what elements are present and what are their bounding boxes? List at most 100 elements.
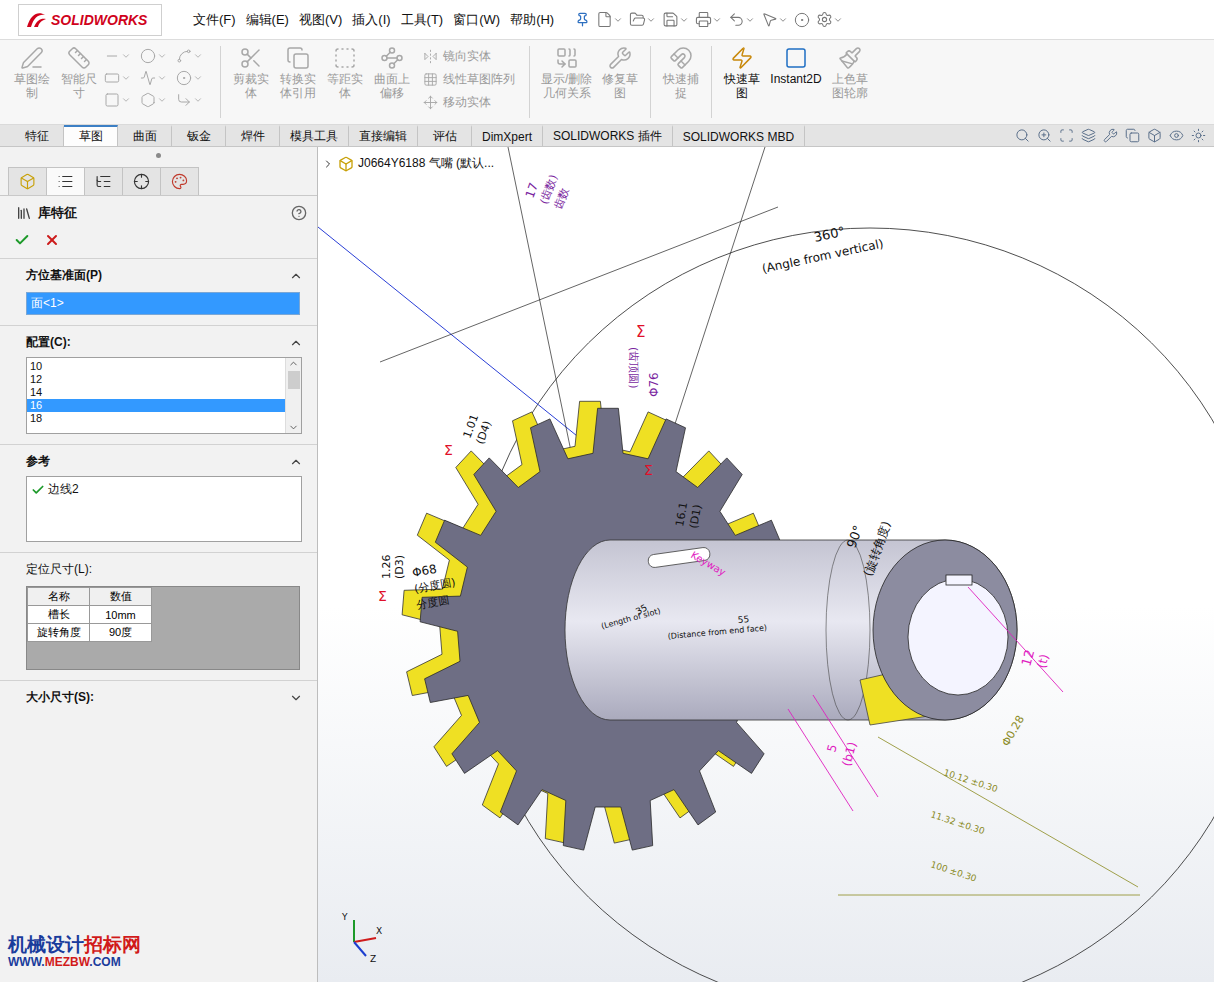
ribbon-button[interactable]: 快速捕 捉 (659, 46, 703, 101)
dimension-annotation[interactable]: (齿顶圆) (627, 347, 640, 389)
sketch-tool[interactable] (104, 92, 140, 108)
dimension-annotation[interactable]: 90° (844, 523, 866, 550)
panel-grip[interactable] (0, 147, 317, 163)
ribbon-button[interactable]: 剪裁实 体 (229, 46, 273, 101)
reference-item[interactable]: 边线2 (27, 477, 301, 502)
dimension-annotation[interactable]: (D1) (687, 504, 704, 530)
sketch-tool[interactable] (176, 92, 212, 108)
dimension-annotation[interactable]: (旋转角度) (861, 519, 894, 578)
collapse-chevron-icon[interactable] (289, 269, 303, 283)
table-cell[interactable]: 旋转角度 (28, 624, 90, 642)
table-cell[interactable]: 10mm (90, 606, 152, 624)
dimension-annotation[interactable]: Σ (636, 323, 645, 341)
ribbon-button[interactable]: 曲面上 偏移 (370, 46, 414, 101)
ribbon-button[interactable]: 等距实 体 (323, 46, 367, 101)
selection-field[interactable]: 面<1> (26, 292, 300, 315)
dimension-annotation[interactable]: Φ76 (647, 372, 661, 397)
tab[interactable]: 焊件 (226, 125, 280, 146)
dimension-annotation[interactable]: (Distance from end face) (667, 623, 767, 641)
table-row[interactable]: 旋转角度90度 (28, 624, 152, 642)
dimension-annotation[interactable]: Σ (378, 588, 387, 604)
configuration-list[interactable]: 1012141618 (26, 357, 302, 434)
ribbon-button[interactable]: 修复草 图 (598, 46, 642, 101)
menu-item[interactable]: 窗口(W) (448, 9, 505, 31)
tab[interactable]: SOLIDWORKS 插件 (543, 125, 673, 146)
section-header[interactable]: 方位基准面(P) (26, 267, 303, 284)
view-tool-icon[interactable] (1059, 128, 1074, 143)
collapse-chevron-icon[interactable] (289, 691, 303, 705)
manager-tab[interactable] (8, 167, 47, 195)
configuration-item[interactable]: 10 (27, 360, 285, 373)
graphics-area[interactable]: 17(齿数)齿数360°(Angle from vertical)Σ(齿顶圆)Φ… (318, 147, 1214, 982)
toolbar-button[interactable] (761, 11, 788, 28)
sketch-tool[interactable] (104, 48, 140, 64)
dimension-annotation[interactable]: (t) (1034, 653, 1051, 670)
sketch-tool[interactable] (104, 70, 140, 86)
pin-icon[interactable] (575, 12, 590, 27)
ribbon-button[interactable]: 智能尺 寸 (57, 46, 101, 101)
menu-item[interactable]: 插入(I) (347, 9, 395, 31)
scroll-thumb[interactable] (288, 371, 300, 389)
tab[interactable]: 直接编辑 (349, 125, 418, 146)
ribbon-button[interactable]: 快速草 图 (720, 46, 764, 101)
menu-item[interactable]: 编辑(E) (241, 9, 294, 31)
table-cell[interactable]: 90度 (90, 624, 152, 642)
configuration-item[interactable]: 16 (27, 399, 285, 412)
dimension-annotation[interactable]: (Length of slot) (600, 606, 661, 630)
toolbar-button[interactable] (596, 11, 623, 28)
toolbar-button[interactable] (662, 11, 689, 28)
tab[interactable]: 草图 (64, 125, 118, 146)
collapse-chevron-icon[interactable] (289, 455, 303, 469)
ribbon-button[interactable]: 草图绘 制 (10, 46, 54, 101)
toolbar-button[interactable] (794, 12, 810, 28)
manager-tab[interactable] (160, 167, 199, 195)
dimension-annotation[interactable]: 100 ±0.30 (929, 859, 978, 883)
help-icon[interactable] (291, 205, 307, 221)
table-cell[interactable]: 槽长 (28, 606, 90, 624)
dimension-annotation[interactable]: 1.26 (380, 555, 393, 580)
view-tool-icon[interactable] (1169, 128, 1184, 143)
app-logo[interactable]: SOLIDWORKS (18, 4, 162, 36)
dimension-annotation[interactable]: (Angle from vertical) (761, 236, 885, 275)
toolbar-button[interactable] (728, 11, 755, 28)
toolbar-button[interactable] (629, 11, 656, 28)
manager-tab[interactable] (84, 167, 123, 195)
dimension-annotation[interactable]: 10.12 ±0.30 (942, 767, 999, 794)
tab[interactable]: 评估 (418, 125, 472, 146)
dimension-annotation[interactable]: Σ (444, 442, 453, 458)
sketch-tool[interactable] (140, 70, 176, 86)
scroll-up-icon[interactable] (288, 358, 299, 369)
menu-item[interactable]: 工具(T) (396, 9, 449, 31)
dimension-annotation[interactable]: 360° (813, 224, 847, 245)
dimension-annotation[interactable]: 55 (737, 614, 749, 625)
sketch-tool[interactable] (140, 48, 176, 64)
view-tool-icon[interactable] (1081, 128, 1096, 143)
view-tool-icon[interactable] (1015, 128, 1030, 143)
ribbon-button[interactable]: 转换实 体引用 (276, 46, 320, 101)
dimension-annotation[interactable]: Σ (644, 462, 653, 478)
dimension-annotation[interactable]: (分度圆) (413, 576, 456, 596)
sketch-tool[interactable] (176, 48, 212, 64)
section-header[interactable]: 参考 (26, 453, 303, 470)
sketch-tool[interactable] (176, 70, 212, 86)
table-row[interactable]: 槽长10mm (28, 606, 152, 624)
cancel-icon[interactable] (44, 232, 60, 248)
section-header[interactable]: 配置(C): (26, 334, 303, 351)
manager-tab[interactable] (122, 167, 161, 195)
ribbon-button[interactable]: 显示/删除 几何关系 (538, 46, 595, 101)
menu-item[interactable]: 文件(F) (188, 9, 241, 31)
scroll-down-icon[interactable] (288, 422, 299, 433)
configuration-item[interactable]: 14 (27, 386, 285, 399)
view-tool-icon[interactable] (1103, 128, 1118, 143)
dimension-annotation[interactable]: Φ68 (411, 562, 438, 580)
reference-box[interactable]: 边线2 (26, 476, 302, 542)
toolbar-button[interactable] (816, 11, 843, 28)
configuration-item[interactable]: 12 (27, 373, 285, 386)
model-drawing[interactable]: 17(齿数)齿数360°(Angle from vertical)Σ(齿顶圆)Φ… (318, 147, 1214, 982)
ribbon-button[interactable]: 上色草 图轮廓 (828, 46, 872, 101)
tab[interactable]: 特征 (10, 125, 64, 146)
tab[interactable]: SOLIDWORKS MBD (673, 125, 805, 146)
view-tool-icon[interactable] (1037, 128, 1052, 143)
dimension-annotation[interactable]: (b1) (839, 740, 859, 767)
dimension-annotation[interactable]: (D3) (393, 555, 406, 579)
